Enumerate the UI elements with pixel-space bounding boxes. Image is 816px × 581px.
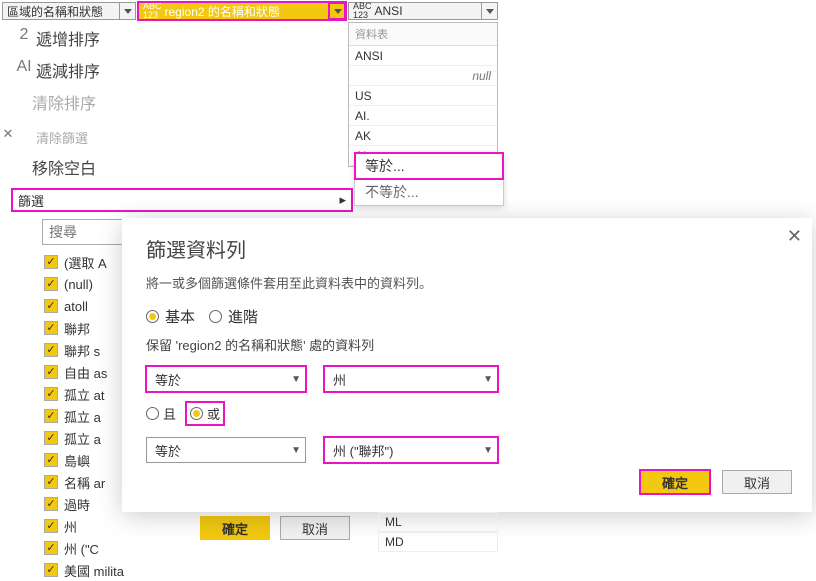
menu-clear-filter: ✕ 清除篩選 <box>12 124 352 151</box>
checkbox-icon: ✓ <box>44 409 58 423</box>
checkbox-icon: ✓ <box>44 277 58 291</box>
dropdown-icon[interactable] <box>481 3 497 19</box>
andor-row: 且 或 <box>146 402 788 425</box>
checkbox-icon: ✓ <box>44 431 58 445</box>
checkbox-icon: ✓ <box>44 519 58 533</box>
lower-preview: ML MD <box>378 512 498 552</box>
column-header-region2[interactable]: ABC123 region2 的名稱和狀態 <box>138 2 346 20</box>
filter-dialog: ✕ 篩選資料列 將一或多個篩選條件套用至此資料表中的資料列。 基本 進階 保留 … <box>122 218 812 512</box>
radio-basic[interactable]: 基本 <box>146 306 195 327</box>
dialog-title: 篩選資料列 <box>146 234 788 263</box>
value-select-2[interactable]: 州 ("聯邦") ▼ <box>324 437 498 463</box>
dialog-subtitle: 將一或多個篩選條件套用至此資料表中的資料列。 <box>146 273 788 292</box>
keep-text: 保留 'region2 的名稱和狀態' 處的資料列 <box>146 335 788 354</box>
condition-row-2: 等於 ▼ 州 ("聯邦") ▼ <box>146 437 788 463</box>
operator-select-2[interactable]: 等於 ▼ <box>146 437 306 463</box>
radio-icon <box>146 407 159 420</box>
radio-icon <box>146 310 159 323</box>
context-cancel-button[interactable]: 取消 <box>280 516 350 540</box>
mode-radio-row: 基本 進階 <box>146 306 788 327</box>
value-select-1[interactable]: 州 ▼ <box>324 366 498 392</box>
list-item-label: 聯邦 s <box>64 341 100 360</box>
checkbox-icon: ✓ <box>44 299 58 313</box>
list-item-label: 名稱 ar <box>64 473 105 492</box>
dialog-ok-button[interactable]: 確定 <box>640 470 710 494</box>
dialog-cancel-button[interactable]: 取消 <box>722 470 792 494</box>
menu-clear-sort: 清除排序 <box>12 86 352 118</box>
filter-flyout: 等於... 不等於... <box>354 152 504 206</box>
operator-select-1[interactable]: 等於 ▼ <box>146 366 306 392</box>
chevron-down-icon: ▼ <box>483 445 493 456</box>
radio-icon <box>209 310 222 323</box>
radio-icon <box>190 407 203 420</box>
list-item-label: (選取 A <box>64 253 107 272</box>
list-item-label: 島嶼 <box>64 451 90 470</box>
checkbox-icon: ✓ <box>44 541 58 555</box>
preview-cell: null <box>349 66 497 86</box>
flyout-equals[interactable]: 等於... <box>355 153 503 179</box>
checkbox-icon: ✓ <box>44 563 58 577</box>
column-preview: 資料表 ANSInullUSAI.AKAI <box>348 22 498 167</box>
list-item-label: 美國 milita <box>64 561 124 580</box>
preview-header: 資料表 <box>349 23 497 46</box>
list-item[interactable]: ✓ 美國 milita <box>44 559 352 581</box>
sort-asc-icon: 2 <box>16 26 32 44</box>
list-item-label: 孤立 a <box>64 407 101 426</box>
flyout-not-equals[interactable]: 不等於... <box>355 179 503 205</box>
column-label: region2 的名稱和狀態 <box>165 3 280 20</box>
column-label: 區域的名稱和狀態 <box>7 3 103 20</box>
chevron-down-icon: ▼ <box>291 445 301 456</box>
checkbox-icon: ✓ <box>44 453 58 467</box>
menu-sort-asc[interactable]: 2 遞增排序 <box>12 22 352 54</box>
dropdown-icon[interactable] <box>329 3 345 19</box>
chevron-right-icon: ▸ <box>339 192 346 208</box>
condition-row-1: 等於 ▼ 州 ▼ <box>146 366 788 392</box>
checkbox-icon: ✓ <box>44 475 58 489</box>
preview-cell: US <box>349 86 497 106</box>
preview-cell: AI. <box>349 106 497 126</box>
menu-sort-desc[interactable]: AI 遞減排序 <box>12 54 352 86</box>
checkbox-icon: ✓ <box>44 387 58 401</box>
list-item[interactable]: ✓ 州 ("C <box>44 537 352 559</box>
chevron-down-icon: ▼ <box>291 374 301 385</box>
context-buttons: 確定 取消 <box>200 516 350 540</box>
list-item-label: 州 ("C <box>64 539 99 558</box>
preview-cell: AK <box>349 126 497 146</box>
preview-cell: MD <box>378 532 498 552</box>
sort-desc-icon: AI <box>16 58 32 76</box>
column-label: ANSI <box>375 4 403 18</box>
list-item-label: 聯邦 <box>64 319 90 338</box>
list-item-label: 州 <box>64 517 77 536</box>
list-item-label: 過時 <box>64 495 90 514</box>
list-item-label: (null) <box>64 277 93 292</box>
close-icon[interactable]: ✕ <box>787 226 802 247</box>
context-ok-button[interactable]: 確定 <box>200 516 270 540</box>
checkbox-icon: ✓ <box>44 365 58 379</box>
radio-and[interactable]: 且 <box>146 404 176 423</box>
radio-or[interactable]: 或 <box>186 402 224 425</box>
checkbox-icon: ✓ <box>44 497 58 511</box>
dropdown-icon[interactable] <box>119 3 135 19</box>
menu-remove-blank[interactable]: 移除空白 <box>12 151 352 183</box>
clear-filter-icon: ✕ <box>0 126 16 142</box>
preview-cell: ML <box>378 512 498 532</box>
list-item-label: atoll <box>64 299 88 314</box>
type-icon: ABC123 <box>143 2 162 20</box>
checkbox-icon: ✓ <box>44 321 58 335</box>
preview-cell: ANSI <box>349 46 497 66</box>
chevron-down-icon: ▼ <box>483 374 493 385</box>
checkbox-icon: ✓ <box>44 255 58 269</box>
list-item-label: 孤立 at <box>64 385 104 404</box>
menu-filter[interactable]: 篩選 ▸ <box>12 189 352 211</box>
list-item-label: 自由 as <box>64 363 107 382</box>
list-item-label: 孤立 a <box>64 429 101 448</box>
column-header-ansi[interactable]: ABC123 ANSI <box>348 2 498 20</box>
dialog-buttons: 確定 取消 <box>640 470 792 494</box>
column-header-region[interactable]: 區域的名稱和狀態 <box>2 2 136 20</box>
checkbox-icon: ✓ <box>44 343 58 357</box>
type-icon: ABC123 <box>353 2 372 20</box>
radio-advanced[interactable]: 進階 <box>209 306 258 327</box>
